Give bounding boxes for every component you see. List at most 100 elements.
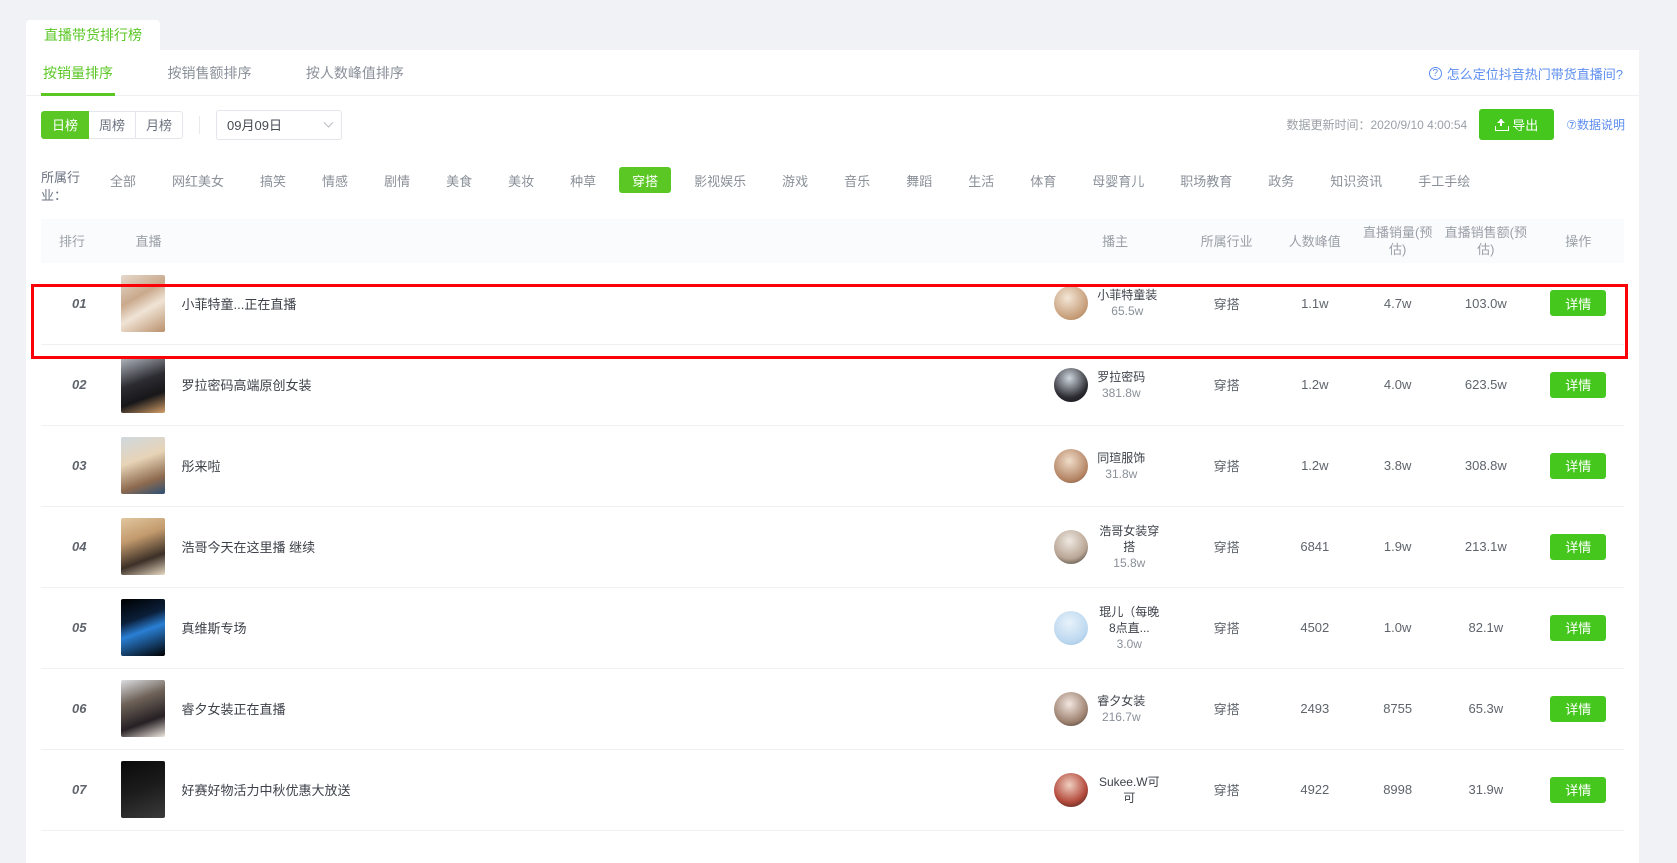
industry-filter-item[interactable]: 职场教育 [1167,167,1245,193]
live-thumbnail[interactable] [121,356,166,413]
anchor-name[interactable]: 同瑄服饰 [1097,450,1145,466]
cell-live: 睿夕女装正在直播 [117,668,1051,750]
industry-filter-item[interactable]: 母婴育儿 [1079,167,1157,193]
live-title[interactable]: 彤来啦 [181,456,220,475]
industry-filter-item[interactable]: 体育 [1017,167,1069,193]
detail-button[interactable]: 详情 [1550,371,1607,398]
anchor-fans-count: 31.8w [1105,466,1138,481]
industry-filter-item[interactable]: 种草 [557,167,609,193]
industry-filter-item[interactable]: 舞蹈 [893,167,945,193]
table-row[interactable]: 06 睿夕女装正在直播 睿夕女装 216.7w 穿搭 2493 8755 65.3w 详情 [41,668,1624,750]
page-tab-live-ranking[interactable]: 直播带货排行榜 [26,20,160,50]
col-rank: 排行 [41,219,118,263]
anchor-fans-count: 3.0w [1116,636,1142,651]
anchor-info: 睿夕女装 216.7w [1097,693,1145,725]
avatar[interactable] [1054,367,1089,402]
live-title[interactable]: 真维斯专场 [181,618,246,637]
tab-sort-by-volume[interactable]: 按销量排序 [41,50,115,96]
cell-action: 详情 [1532,263,1624,345]
table-row[interactable]: 07 好赛好物活力中秋优惠大放送 Sukee.W可可 穿搭 4922 8998 31.9w 详… [41,749,1624,831]
detail-button[interactable]: 详情 [1550,533,1607,560]
industry-filter-item[interactable]: 生活 [955,167,1007,193]
range-daily-button[interactable]: 日榜 [41,110,90,139]
industry-filter-item-label: 音乐 [844,173,871,189]
cell-sales-amount: 103.0w [1439,263,1533,345]
live-thumbnail[interactable] [121,599,166,656]
industry-filter-item[interactable]: 游戏 [769,167,821,193]
avatar[interactable] [1054,691,1089,726]
data-info-link[interactable]: ⑦数据说明 [1566,116,1625,133]
avatar[interactable] [1054,529,1089,564]
cell-rank: 01 [41,263,118,345]
cell-industry: 穿搭 [1179,506,1274,588]
date-picker[interactable]: 09月09日 [216,109,343,140]
anchor-name[interactable]: Sukee.W可可 [1097,774,1161,806]
industry-filter-item[interactable]: 知识资讯 [1317,167,1395,193]
anchor-name[interactable]: 琨儿（每晚8点直... [1097,604,1161,636]
anchor-fans-count: 381.8w [1101,385,1141,400]
help-link-label: 怎么定位抖音热门带货直播间? [1446,66,1623,82]
industry-filter-item[interactable]: 美妆 [495,167,547,193]
anchor-name[interactable]: 罗拉密码 [1097,369,1145,385]
industry-filter-item[interactable]: 搞笑 [247,167,299,193]
detail-button[interactable]: 详情 [1550,290,1607,317]
detail-button[interactable]: 详情 [1550,776,1607,803]
table-row[interactable]: 01 小菲特童...正在直播 小菲特童装 65.5w 穿搭 1.1w 4.7w 103.0w 详… [41,263,1624,345]
detail-button[interactable]: 详情 [1550,614,1607,641]
cell-live: 彤来啦 [117,425,1051,507]
help-link[interactable]: ? 怎么定位抖音热门带货直播间? [1428,50,1623,96]
cell-industry: 穿搭 [1179,749,1274,831]
anchor-name[interactable]: 睿夕女装 [1097,693,1145,709]
table-row[interactable]: 02 罗拉密码高端原创女装 罗拉密码 381.8w 穿搭 1.2w 4.0w 623.5w 详情 [41,344,1624,426]
live-thumbnail[interactable] [121,274,166,332]
live-thumbnail[interactable] [121,518,166,575]
cell-industry: 穿搭 [1179,587,1274,669]
cell-industry: 穿搭 [1179,344,1274,426]
cell-anchor: 小菲特童装 65.5w [1050,263,1180,345]
live-title[interactable]: 小菲特童...正在直播 [181,294,296,313]
live-title[interactable]: 好赛好物活力中秋优惠大放送 [181,780,350,799]
industry-filter-item[interactable]: 手工手绘 [1405,167,1483,193]
industry-filter-item[interactable]: 政务 [1255,167,1307,193]
col-sales-amount: 直播销售额(预估) [1439,219,1533,263]
table-row[interactable]: 04 浩哥今天在这里播 继续 浩哥女装穿搭 15.8w 穿搭 6841 1.9w 213.1w… [41,506,1624,588]
cell-sales-amount: 213.1w [1439,506,1533,588]
cell-sales-volume: 3.8w [1356,425,1440,507]
industry-filter-item[interactable]: 情感 [309,167,361,193]
tab-sort-by-peak-viewers[interactable]: 按人数峰值排序 [304,50,406,96]
live-title[interactable]: 睿夕女装正在直播 [181,699,285,718]
range-monthly-button[interactable]: 月榜 [136,110,184,139]
live-title[interactable]: 罗拉密码高端原创女装 [181,375,311,394]
avatar[interactable] [1054,772,1089,807]
industry-filter-item-label: 知识资讯 [1330,173,1383,189]
industry-filter-item[interactable]: 美食 [433,167,485,193]
detail-button[interactable]: 详情 [1550,452,1607,479]
table-row[interactable]: 03 彤来啦 同瑄服饰 31.8w 穿搭 1.2w 3.8w 308.8w 详情 [41,425,1624,507]
avatar[interactable] [1054,610,1089,645]
live-title[interactable]: 浩哥今天在这里播 继续 [181,537,315,556]
cell-sales-volume: 1.0w [1356,587,1440,669]
industry-filter-item-label: 全部 [110,173,137,189]
industry-filter-item[interactable]: 全部 [97,167,149,193]
industry-filter-item[interactable]: 剧情 [371,167,423,193]
tab-sort-by-amount[interactable]: 按销售额排序 [165,50,253,96]
anchor-name[interactable]: 浩哥女装穿搭 [1097,523,1161,555]
table-row[interactable]: 05 真维斯专场 琨儿（每晚8点直... 3.0w 穿搭 4502 1.0w 82.1w 详情 [41,587,1624,669]
industry-filter-item-label: 网红美女 [172,173,225,189]
avatar[interactable] [1054,286,1089,321]
anchor-name[interactable]: 小菲特童装 [1097,287,1157,303]
cell-sales-amount: 65.3w [1439,668,1533,750]
tab-sort-by-amount-label: 按销售额排序 [167,65,252,81]
detail-button[interactable]: 详情 [1550,695,1607,722]
range-weekly-button[interactable]: 周榜 [89,110,137,139]
live-thumbnail[interactable] [121,761,166,818]
live-thumbnail[interactable] [121,437,166,494]
industry-filter-item[interactable]: 网红美女 [159,167,237,193]
export-button[interactable]: 导出 [1479,109,1555,140]
avatar[interactable] [1054,448,1089,483]
industry-filter-item[interactable]: 影视娱乐 [681,167,759,193]
date-picker-value: 09月09日 [227,118,282,133]
industry-filter-item[interactable]: 音乐 [831,167,883,193]
live-thumbnail[interactable] [121,680,166,737]
industry-filter-item[interactable]: 穿搭 [619,167,672,193]
